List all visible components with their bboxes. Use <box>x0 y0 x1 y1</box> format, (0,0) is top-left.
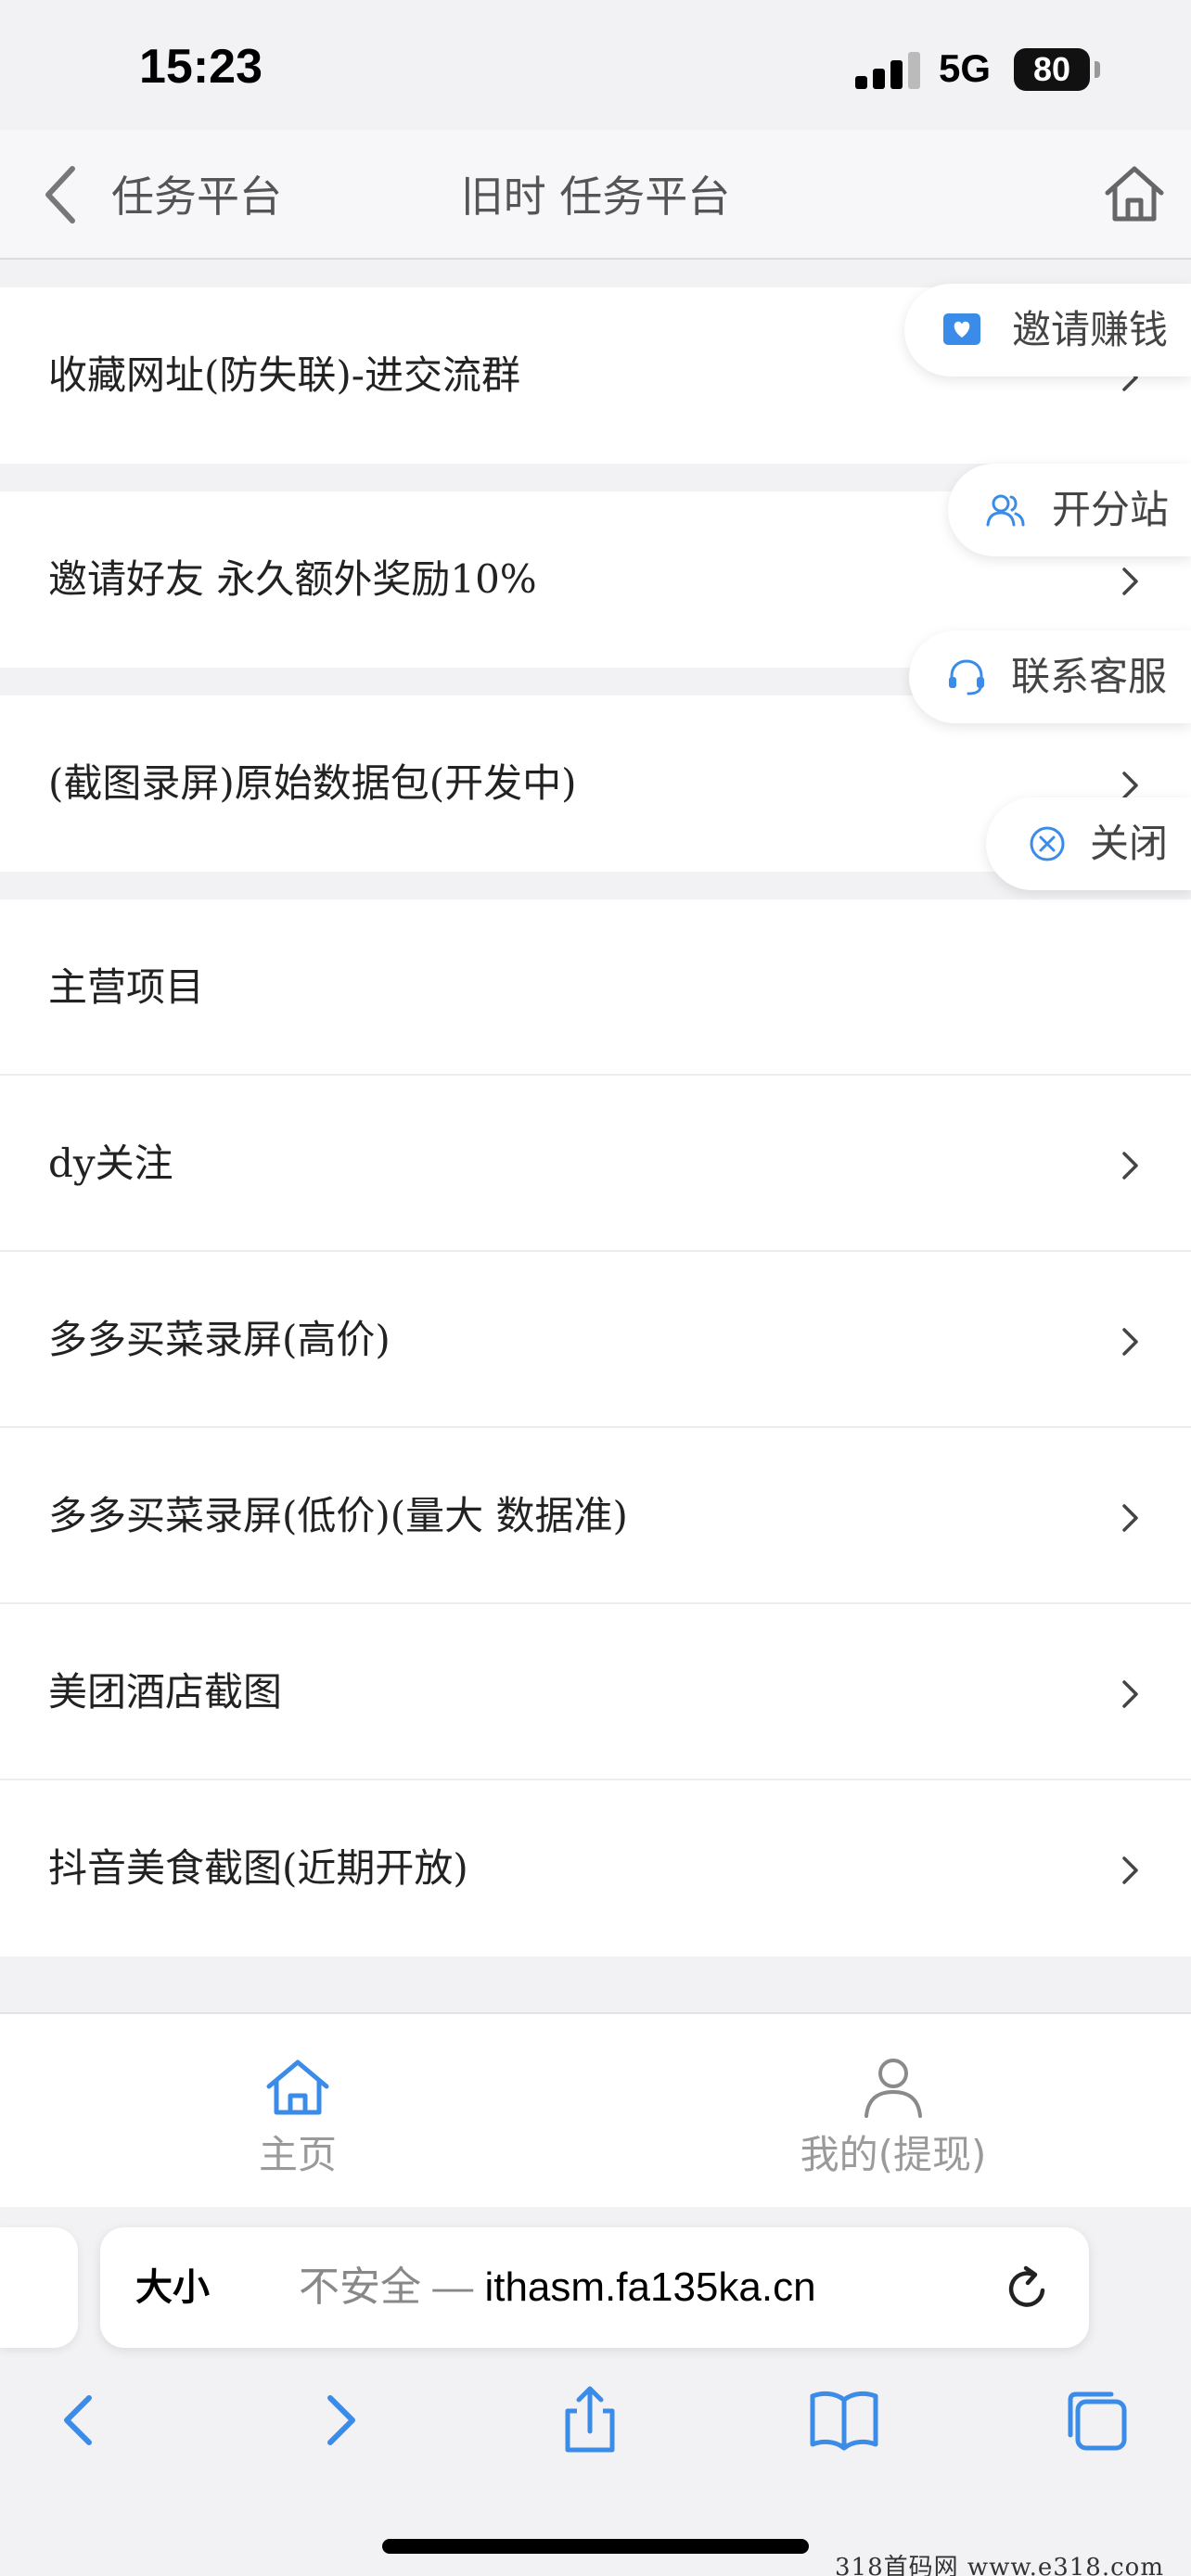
status-time: 15:23 <box>139 40 263 94</box>
list-item-label: 邀请好友 永久额外奖励10% <box>48 556 537 602</box>
close-menu-label: 关闭 <box>1090 821 1169 866</box>
reload-icon[interactable] <box>1002 2263 1054 2315</box>
user-icon <box>864 2059 922 2118</box>
tabs-icon[interactable] <box>1059 2383 1133 2457</box>
chevron-right-icon <box>1122 1680 1138 1708</box>
battery-cap <box>1095 61 1100 78</box>
list-item-label: 多多买菜录屏(低价)(量大 数据准) <box>48 1493 628 1538</box>
list-item-meituan-hotel[interactable]: 美团酒店截图 <box>0 1604 1191 1780</box>
tab-mine-label: 我的(提现) <box>800 2132 987 2177</box>
text-size-button[interactable]: 大小 <box>135 2227 210 2348</box>
previous-tab-preview[interactable] <box>0 2227 78 2348</box>
tab-home-label: 主页 <box>258 2132 337 2177</box>
close-menu-button[interactable]: 关闭 <box>986 797 1191 890</box>
home-indicator <box>382 2539 809 2554</box>
close-circle-icon <box>1030 826 1065 861</box>
insecure-label: 不安全 — <box>299 2264 485 2310</box>
open-branch-label: 开分站 <box>1052 487 1170 532</box>
chevron-right-icon <box>1122 1856 1138 1884</box>
list-item-label: 抖音美食截图(近期开放) <box>48 1845 468 1891</box>
bottom-tab-bar: 主页 我的(提现) <box>0 2012 1191 2207</box>
chevron-right-icon <box>1122 567 1138 595</box>
list-item-douyin-food[interactable]: 抖音美食截图(近期开放) <box>0 1780 1191 1957</box>
chevron-right-icon <box>1122 1328 1138 1356</box>
navigation-bar: 任务平台 旧时 任务平台 <box>0 130 1191 260</box>
bookmarks-icon[interactable] <box>807 2383 881 2457</box>
list-item-label: 收藏网址(防失联)-进交流群 <box>48 352 520 398</box>
address-bar[interactable]: 大小 不安全 — ithasm.fa135ka.cn <box>100 2227 1089 2348</box>
chevron-right-icon <box>1122 1152 1138 1180</box>
cellular-signal-icon <box>855 52 920 89</box>
status-bar: 15:23 5G 80 <box>0 0 1191 130</box>
url-domain: ithasm.fa135ka.cn <box>484 2264 816 2310</box>
tab-home[interactable]: 主页 <box>0 2014 596 2209</box>
list-group-main-projects: 主营项目 dy关注 多多买菜录屏(高价) 多多买菜录屏(低价)(量大 数据准) … <box>0 899 1191 1957</box>
users-icon <box>986 494 1025 527</box>
browser-forward-icon[interactable] <box>302 2383 377 2457</box>
share-icon[interactable] <box>553 2383 627 2457</box>
list-item-dy-follow[interactable]: dy关注 <box>0 1076 1191 1252</box>
heart-card-icon <box>943 313 980 345</box>
home-icon[interactable] <box>1102 161 1167 226</box>
contact-support-button[interactable]: 联系客服 <box>909 631 1191 723</box>
section-header-main-projects: 主营项目 <box>0 899 1191 1076</box>
open-branch-button[interactable]: 开分站 <box>948 464 1191 556</box>
tab-mine[interactable]: 我的(提现) <box>596 2014 1191 2209</box>
browser-back-icon[interactable] <box>43 2383 117 2457</box>
invite-earn-button[interactable]: 邀请赚钱 <box>904 284 1191 376</box>
section-header-label: 主营项目 <box>48 964 205 1010</box>
home-icon <box>266 2060 329 2115</box>
list-item-label: 多多买菜录屏(高价) <box>48 1317 391 1362</box>
list-item-label: (截图录屏)原始数据包(开发中) <box>48 760 577 806</box>
list-item-duoduo-low[interactable]: 多多买菜录屏(低价)(量大 数据准) <box>0 1428 1191 1604</box>
browser-toolbar: 大小 不安全 — ithasm.fa135ka.cn <box>0 2209 1191 2576</box>
headset-icon <box>949 659 984 695</box>
url-text[interactable]: 不安全 — ithasm.fa135ka.cn <box>299 2227 816 2348</box>
chevron-right-icon <box>1122 1504 1138 1532</box>
chevron-right-icon <box>1122 772 1138 799</box>
invite-earn-label: 邀请赚钱 <box>1012 307 1169 352</box>
battery-icon: 80 <box>1014 48 1090 91</box>
contact-support-label: 联系客服 <box>1011 654 1168 699</box>
list-item-label: 美团酒店截图 <box>48 1669 283 1715</box>
list-item-duoduo-high[interactable]: 多多买菜录屏(高价) <box>0 1252 1191 1428</box>
watermark: 318首码网 www.e318.com <box>835 2554 1164 2576</box>
list-item-label: dy关注 <box>48 1141 173 1186</box>
network-type: 5G <box>939 46 992 90</box>
page-title: 旧时 任务平台 <box>460 172 731 222</box>
